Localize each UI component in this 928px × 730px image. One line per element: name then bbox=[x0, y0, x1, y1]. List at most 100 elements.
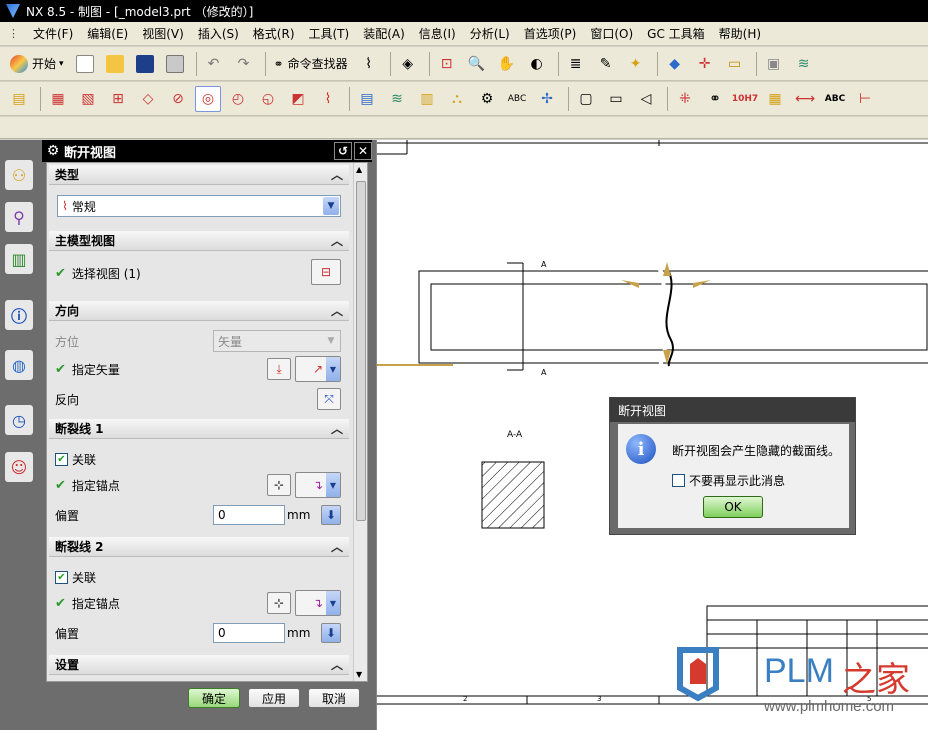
point-type-button[interactable]: ↴ ▼ bbox=[295, 590, 341, 616]
menu-format[interactable]: 格式(R) bbox=[246, 23, 302, 45]
menu-help[interactable]: 帮助(H) bbox=[712, 23, 768, 45]
hint-icon[interactable]: ✦ bbox=[623, 51, 649, 77]
menu-tools[interactable]: 工具(T) bbox=[302, 23, 357, 45]
new-sheet-icon[interactable]: ▤ bbox=[6, 86, 32, 112]
dimension-icon[interactable]: ⟷ bbox=[792, 86, 818, 112]
save-icon[interactable] bbox=[132, 51, 158, 77]
reuse-library-icon[interactable]: ▥ bbox=[5, 244, 33, 274]
open-folder-icon[interactable] bbox=[102, 51, 128, 77]
menu-preferences[interactable]: 首选项(P) bbox=[517, 23, 584, 45]
reset-icon[interactable]: ↺ bbox=[334, 142, 352, 160]
assoc-checkbox[interactable]: ✔ bbox=[55, 452, 68, 466]
view-style-icon[interactable]: ≋ bbox=[384, 86, 410, 112]
collapse-icon[interactable]: ︿ bbox=[331, 656, 343, 673]
point-dialog-button[interactable]: ⊹ bbox=[267, 592, 291, 614]
stack-icon[interactable]: ≋ bbox=[791, 51, 817, 77]
section-view-icon[interactable]: ◇ bbox=[135, 86, 161, 112]
dropdown-arrow-icon[interactable]: ▼ bbox=[323, 197, 339, 215]
section-direction-header[interactable]: 方向 ︿ bbox=[49, 301, 349, 321]
panel-scrollbar[interactable]: ▲ ▼ bbox=[353, 163, 367, 681]
render-style-icon[interactable]: ◐ bbox=[524, 51, 550, 77]
collapse-icon[interactable]: ︿ bbox=[331, 302, 343, 319]
command-finder-button[interactable]: ⚭ 命令查找器 bbox=[270, 51, 352, 77]
break-view-icon[interactable]: ⌇ bbox=[356, 51, 382, 77]
title-block-icon[interactable]: ▭ bbox=[603, 86, 629, 112]
scroll-up-icon[interactable]: ▲ bbox=[356, 165, 362, 174]
broken-out-icon[interactable]: ⌇ bbox=[315, 86, 341, 112]
vector-type-button[interactable]: ↗ ▼ bbox=[295, 356, 341, 382]
start-button[interactable]: 开始 ▾ bbox=[6, 51, 68, 77]
local-section-icon[interactable]: ◩ bbox=[285, 86, 311, 112]
break-view-tool-icon[interactable]: ◎ bbox=[195, 85, 221, 112]
workplane-icon[interactable]: ▣ bbox=[761, 51, 787, 77]
menu-analysis[interactable]: 分析(L) bbox=[463, 23, 517, 45]
message-ok-button[interactable]: OK bbox=[703, 496, 763, 518]
vector-dialog-button[interactable]: ⤓ bbox=[267, 358, 291, 380]
menu-gc-toolbox[interactable]: GC 工具箱 bbox=[640, 23, 712, 45]
section-break1-header[interactable]: 断裂线 1 ︿ bbox=[49, 419, 349, 439]
part-navigator-icon[interactable]: ⚇ bbox=[5, 160, 33, 190]
view-dependent-icon[interactable]: ⚙ bbox=[474, 86, 500, 112]
detail-view-icon[interactable]: ⊘ bbox=[165, 86, 191, 112]
menu-info[interactable]: 信息(I) bbox=[412, 23, 463, 45]
menu-insert[interactable]: 插入(S) bbox=[191, 23, 246, 45]
measure-icon[interactable]: ▭ bbox=[722, 51, 748, 77]
chart-icon[interactable]: ⊢ bbox=[852, 86, 878, 112]
collapse-icon[interactable]: ︿ bbox=[331, 232, 343, 249]
align-view-icon[interactable]: ▥ bbox=[414, 86, 440, 112]
border-icon[interactable]: ▢ bbox=[573, 86, 599, 112]
apply-button[interactable]: 应用 bbox=[248, 688, 300, 708]
scroll-thumb[interactable] bbox=[356, 181, 366, 521]
type-select[interactable]: ⌇ 常规 ▼ bbox=[57, 195, 341, 217]
zoom-icon[interactable]: 🔍 bbox=[464, 51, 490, 77]
assoc-checkbox[interactable]: ✔ bbox=[55, 570, 68, 584]
text-note-icon[interactable]: ABC bbox=[822, 86, 848, 112]
section-type-header[interactable]: 类型 ︿ bbox=[49, 165, 349, 185]
close-icon[interactable]: ✕ bbox=[354, 142, 372, 160]
section-main-view-header[interactable]: 主模型视图 ︿ bbox=[49, 231, 349, 251]
pan-icon[interactable]: ✋ bbox=[494, 51, 520, 77]
grid-snap-icon[interactable]: ✛ bbox=[692, 51, 718, 77]
break2-offset-input[interactable]: 0 bbox=[213, 623, 285, 643]
section-settings-header[interactable]: 设置 ︿ bbox=[49, 655, 349, 675]
ok-button[interactable]: 确定 bbox=[188, 688, 240, 708]
view-boundary-icon[interactable]: ⛬ bbox=[444, 86, 470, 112]
break1-offset-input[interactable]: 0 bbox=[213, 505, 285, 525]
break1-offset-menu-icon[interactable]: ⬇ bbox=[321, 505, 341, 525]
redo-icon[interactable]: ↷ bbox=[231, 51, 257, 77]
layer-settings-icon[interactable]: ≣ bbox=[563, 51, 589, 77]
menu-file[interactable]: 文件(F) bbox=[26, 23, 80, 45]
dont-show-again-checkbox[interactable]: 不要再显示此消息 bbox=[672, 472, 785, 489]
web-browser-icon[interactable]: ◍ bbox=[5, 350, 33, 380]
cancel-button[interactable]: 取消 bbox=[308, 688, 360, 708]
menu-assembly[interactable]: 装配(A) bbox=[356, 23, 412, 45]
selection-filter-icon[interactable]: ◈ bbox=[395, 51, 421, 77]
undo-icon[interactable]: ↶ bbox=[201, 51, 227, 77]
info-icon[interactable]: ⓘ bbox=[5, 300, 33, 330]
menu-view[interactable]: 视图(V) bbox=[135, 23, 191, 45]
update-views-icon[interactable]: ▤ bbox=[354, 86, 380, 112]
gdt-icon[interactable]: ⚭ bbox=[702, 86, 728, 112]
collapse-icon[interactable]: ︿ bbox=[331, 538, 343, 555]
snap-point-icon[interactable]: ◆ bbox=[662, 51, 688, 77]
orientation-select[interactable]: 矢量 ▼ bbox=[213, 330, 341, 352]
select-view-button[interactable]: ⊟ bbox=[311, 259, 341, 285]
scroll-down-icon[interactable]: ▼ bbox=[356, 670, 362, 679]
fit-view-icon[interactable]: ⊡ bbox=[434, 51, 460, 77]
projected-view-icon[interactable]: ▧ bbox=[75, 86, 101, 112]
base-view-icon[interactable]: ▦ bbox=[45, 86, 71, 112]
drawing-view-icon[interactable]: ⊞ bbox=[105, 86, 131, 112]
print-icon[interactable] bbox=[162, 51, 188, 77]
history-icon[interactable]: ◷ bbox=[5, 405, 33, 435]
centerline-icon[interactable]: ⁜ bbox=[672, 86, 698, 112]
reverse-direction-icon[interactable]: ⤧ bbox=[317, 388, 341, 410]
zone-icon[interactable]: ◁ bbox=[633, 86, 659, 112]
table-icon[interactable]: ▦ bbox=[762, 86, 788, 112]
point-dialog-button[interactable]: ⊹ bbox=[267, 474, 291, 496]
gear-icon[interactable]: ⚙ bbox=[42, 143, 64, 159]
edit-object-icon[interactable]: ✎ bbox=[593, 51, 619, 77]
menu-edit[interactable]: 编辑(E) bbox=[80, 23, 135, 45]
break2-offset-menu-icon[interactable]: ⬇ bbox=[321, 623, 341, 643]
half-section-icon[interactable]: ◴ bbox=[225, 86, 251, 112]
roles-icon[interactable]: ☺ bbox=[5, 452, 33, 482]
